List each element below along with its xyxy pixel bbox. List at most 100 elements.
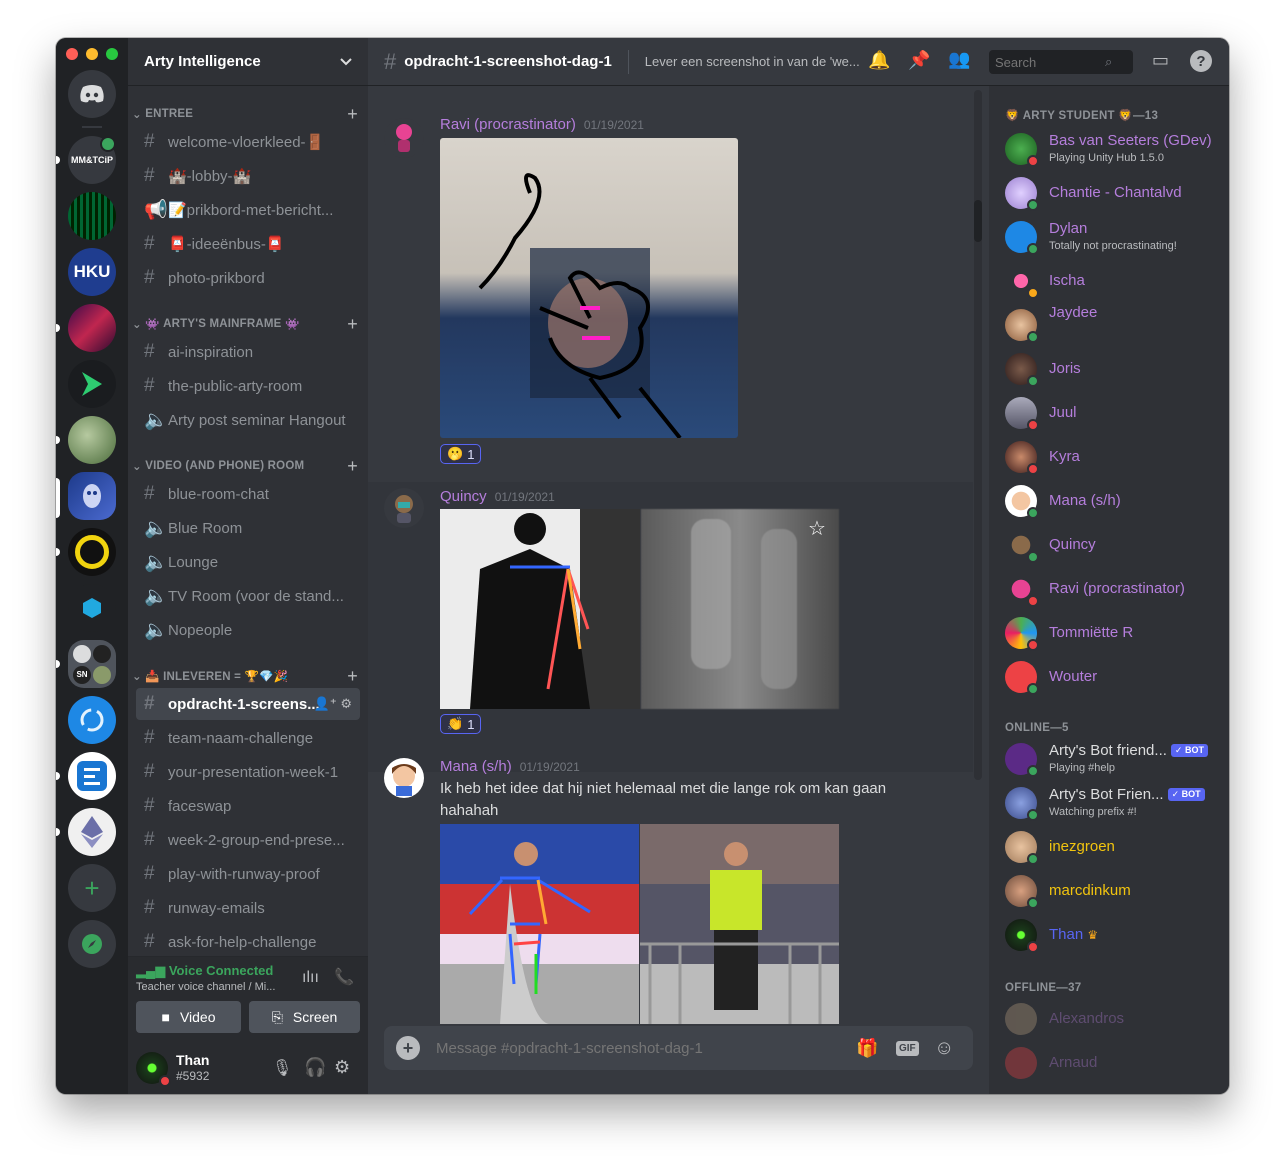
message-author[interactable]: Ravi (procrastinator) bbox=[440, 116, 576, 133]
minimize-window-button[interactable] bbox=[86, 48, 98, 60]
inbox-icon[interactable]: ▭ bbox=[1152, 50, 1169, 71]
server-play[interactable] bbox=[68, 360, 116, 408]
member-item[interactable]: Bas van Seeters (GDev) Playing Unity Hub … bbox=[1005, 128, 1221, 170]
server-hku[interactable]: HKU bbox=[68, 248, 116, 296]
member-item[interactable]: inezgroen bbox=[1005, 826, 1221, 868]
member-item[interactable]: Mana (s/h) bbox=[1005, 480, 1221, 522]
avatar[interactable] bbox=[384, 118, 424, 158]
member-item[interactable]: Ischa bbox=[1005, 260, 1221, 302]
message-author[interactable]: Mana (s/h) bbox=[440, 758, 512, 775]
category-video-room[interactable]: ⌄ VIDEO (AND PHONE) ROOM + bbox=[128, 456, 368, 476]
message-author[interactable]: Quincy bbox=[440, 488, 487, 505]
server-cube[interactable] bbox=[68, 584, 116, 632]
member-item[interactable]: Juul bbox=[1005, 392, 1221, 434]
channel-ai-inspiration[interactable]: # ai-inspiration bbox=[136, 336, 360, 368]
reaction[interactable]: 👏 1 bbox=[440, 714, 482, 734]
pin-icon[interactable]: 📌 bbox=[908, 50, 930, 71]
bell-icon[interactable]: 🔔 bbox=[868, 50, 890, 71]
member-list-icon[interactable]: 👥 bbox=[948, 49, 970, 70]
member-item[interactable]: Than ♛ bbox=[1005, 914, 1221, 956]
upload-plus-icon[interactable]: + bbox=[396, 1036, 420, 1060]
avatar[interactable] bbox=[384, 758, 424, 798]
create-channel-button[interactable]: + bbox=[347, 104, 358, 125]
zoom-window-button[interactable] bbox=[106, 48, 118, 60]
channel-runway-proof[interactable]: # play-with-runway-proof bbox=[136, 858, 360, 890]
channel-team-naam[interactable]: # team-naam-challenge bbox=[136, 722, 360, 754]
create-channel-button[interactable]: + bbox=[347, 456, 358, 477]
category-mainframe[interactable]: ⌄ 👾 ARTY'S MAINFRAME 👾 + bbox=[128, 314, 368, 334]
member-item[interactable]: Jaydee bbox=[1005, 304, 1221, 346]
add-server-button[interactable]: + bbox=[68, 864, 116, 912]
channel-welcome[interactable]: # welcome-vloerkleed-🚪 bbox=[136, 126, 360, 158]
member-item[interactable]: marcdinkum bbox=[1005, 870, 1221, 912]
member-item[interactable]: Ravi (procrastinator) bbox=[1005, 568, 1221, 610]
noise-suppression-icon[interactable]: ılıı bbox=[302, 969, 319, 987]
gear-icon[interactable]: ⚙ bbox=[340, 696, 352, 711]
member-item[interactable]: Chantie - Chantalvd bbox=[1005, 172, 1221, 214]
voice-channel-nopeople[interactable]: 🔈 Nopeople bbox=[136, 614, 360, 646]
channel-week-2[interactable]: # week-2-group-end-prese... bbox=[136, 824, 360, 856]
server-yellow[interactable] bbox=[68, 528, 116, 576]
voice-channel-name[interactable]: Teacher voice channel / Mi... bbox=[136, 981, 275, 993]
create-channel-button[interactable]: + bbox=[347, 314, 358, 335]
reaction[interactable]: 🫢 1 bbox=[440, 444, 482, 464]
server-vector[interactable] bbox=[68, 696, 116, 744]
close-window-button[interactable] bbox=[66, 48, 78, 60]
attachment-image-right[interactable] bbox=[640, 824, 839, 1024]
explore-servers-button[interactable] bbox=[68, 920, 116, 968]
channel-topic[interactable]: Lever een screenshot in van de 'we... bbox=[645, 54, 861, 69]
member-item[interactable]: Joris bbox=[1005, 348, 1221, 390]
channel-faceswap[interactable]: # faceswap bbox=[136, 790, 360, 822]
member-item[interactable]: Arnaud bbox=[1005, 1042, 1221, 1084]
channel-ideeenbus[interactable]: # 📮-ideeënbus-📮 bbox=[136, 228, 360, 260]
server-ethereum[interactable] bbox=[68, 808, 116, 856]
channel-prikbord[interactable]: 📢 📝prikbord-met-bericht... bbox=[136, 194, 360, 226]
member-item[interactable]: Dylan Totally not procrastinating! bbox=[1005, 216, 1221, 258]
server-art[interactable] bbox=[68, 304, 116, 352]
user-avatar[interactable] bbox=[136, 1051, 171, 1087]
home-button[interactable] bbox=[68, 70, 116, 118]
create-channel-button[interactable]: + bbox=[347, 666, 358, 687]
channel-opdracht-1[interactable]: # opdracht-1-screens... 👤⁺ ⚙ bbox=[136, 688, 360, 720]
emoji-icon[interactable]: ☺ bbox=[934, 1037, 954, 1060]
video-button[interactable]: ■ Video bbox=[136, 1001, 241, 1033]
member-item[interactable]: Arty's Bot friend... ✓ BOT Playing #help bbox=[1005, 738, 1221, 780]
voice-channel-lounge[interactable]: 🔈 Lounge bbox=[136, 546, 360, 578]
attachment-image-left[interactable] bbox=[440, 824, 639, 1024]
member-item[interactable]: Arty's Bot Frien... ✓ BOT Watching prefix … bbox=[1005, 782, 1221, 824]
server-header[interactable]: Arty Intelligence bbox=[128, 38, 368, 86]
channel-photo-prikbord[interactable]: # photo-prikbord bbox=[136, 262, 360, 294]
channel-lobby[interactable]: # 🏰-lobby-🏰 bbox=[136, 160, 360, 192]
category-inleveren[interactable]: ⌄ 📥 INLEVEREN = 🏆💎🎉 + bbox=[128, 666, 368, 686]
server-folder[interactable]: SN bbox=[68, 640, 116, 688]
category-entree[interactable]: ⌄ ENTREE + bbox=[128, 104, 368, 124]
disconnect-icon[interactable]: 📞 bbox=[334, 967, 354, 987]
message-input[interactable] bbox=[436, 1039, 836, 1057]
server-arty-intelligence[interactable] bbox=[68, 472, 116, 520]
attachment-image-left[interactable] bbox=[440, 509, 640, 709]
mute-mic-icon[interactable]: 🎙 bbox=[272, 1058, 292, 1078]
member-item[interactable]: Wouter bbox=[1005, 656, 1221, 698]
server-docs[interactable] bbox=[68, 752, 116, 800]
voice-channel-tv-room[interactable]: 🔈 TV Room (voor de stand... bbox=[136, 580, 360, 612]
channel-ask-for-help[interactable]: # ask-for-help-challenge bbox=[136, 926, 360, 958]
voice-channel-blue-room[interactable]: 🔈 Blue Room bbox=[136, 512, 360, 544]
channel-runway-emails[interactable]: # runway-emails bbox=[136, 892, 360, 924]
attachment-image[interactable] bbox=[440, 138, 738, 438]
star-icon[interactable]: ☆ bbox=[808, 516, 826, 541]
member-item[interactable]: Tommiëtte R bbox=[1005, 612, 1221, 654]
server-nature[interactable] bbox=[68, 416, 116, 464]
search-input[interactable] bbox=[995, 54, 1105, 70]
voice-channel-hangout[interactable]: 🔈 Arty post seminar Hangout bbox=[136, 404, 360, 436]
help-icon[interactable]: ? bbox=[1190, 50, 1212, 72]
server-matrix[interactable] bbox=[68, 192, 116, 240]
channel-public-arty-room[interactable]: # the-public-arty-room bbox=[136, 370, 360, 402]
member-item[interactable]: Alexandros bbox=[1005, 998, 1221, 1040]
gift-icon[interactable]: 🎁 bbox=[856, 1038, 878, 1059]
invite-icon[interactable]: 👤⁺ bbox=[314, 696, 337, 711]
gif-button[interactable]: GIF bbox=[896, 1040, 919, 1056]
search-box[interactable]: ⌕ bbox=[989, 50, 1133, 74]
channel-presentation-week-1[interactable]: # your-presentation-week-1 bbox=[136, 756, 360, 788]
member-item[interactable]: Kyra bbox=[1005, 436, 1221, 478]
headphones-icon[interactable]: 🎧 bbox=[304, 1057, 326, 1078]
